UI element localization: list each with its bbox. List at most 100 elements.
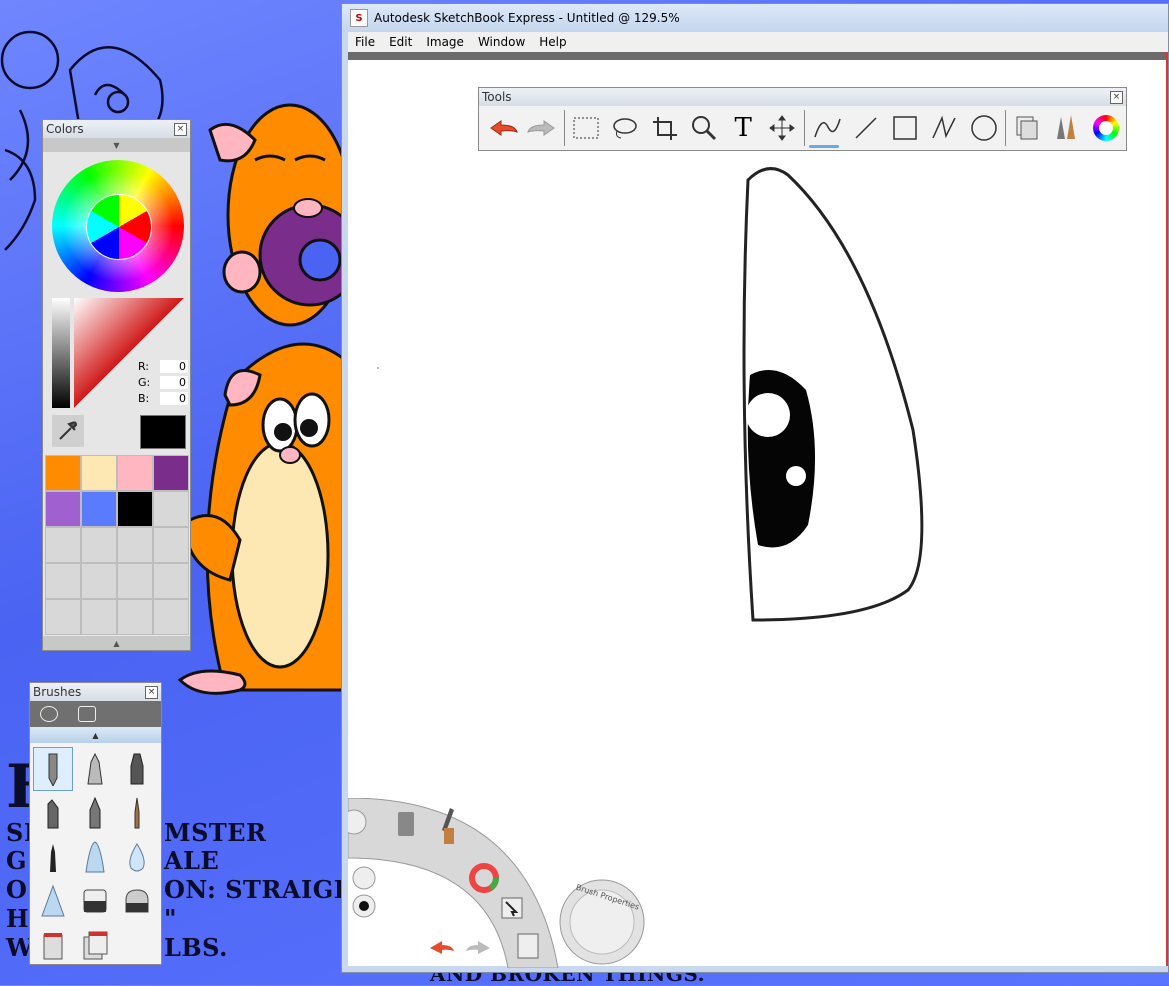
sketchbook-app-icon: S <box>350 9 368 27</box>
colors-palette-header[interactable]: Colors × <box>43 120 190 138</box>
brush-eraser-icon[interactable] <box>117 879 157 923</box>
lagoon-undo-icon[interactable] <box>430 941 454 954</box>
g-value[interactable]: 0 <box>160 376 188 389</box>
ellipse-icon[interactable] <box>964 108 1003 148</box>
brush-ballpoint-pen-icon[interactable] <box>75 791 115 835</box>
brush-felt-pen-icon[interactable] <box>33 835 73 879</box>
brushes-scroll-up-arrow[interactable]: ▲ <box>30 727 161 743</box>
brushes-icon[interactable] <box>1047 108 1086 148</box>
brushes-palette-header[interactable]: Brushes × <box>30 683 161 701</box>
move-icon[interactable] <box>763 108 802 148</box>
b-label: B: <box>138 392 150 405</box>
colors-expand-arrow[interactable]: ▲ <box>43 636 190 650</box>
color-wheel-icon[interactable] <box>1087 108 1126 148</box>
color-swatch[interactable] <box>45 563 81 599</box>
rgb-r-row: R: 0 <box>138 360 188 373</box>
rectangle-icon[interactable] <box>885 108 924 148</box>
color-swatches <box>45 455 189 635</box>
g-label: G: <box>138 376 151 389</box>
rect-select-icon[interactable] <box>566 108 605 148</box>
brush-size-icon[interactable] <box>40 706 58 722</box>
brush-chisel-marker-icon[interactable] <box>33 791 73 835</box>
lagoon-pencil-icon[interactable] <box>352 866 376 890</box>
brush-gradient-fill-icon[interactable] <box>75 923 115 967</box>
menu-bar: File Edit Image Window Help <box>348 32 1168 52</box>
r-label: R: <box>138 360 150 373</box>
color-swatch[interactable] <box>117 527 153 563</box>
color-swatch[interactable] <box>153 491 189 527</box>
colors-collapse-arrow[interactable]: ▼ <box>43 138 190 152</box>
current-color-swatch[interactable] <box>140 415 186 449</box>
line-icon[interactable] <box>846 108 885 148</box>
menu-edit[interactable]: Edit <box>382 35 419 49</box>
crop-icon[interactable] <box>645 108 684 148</box>
b-value[interactable]: 0 <box>160 392 188 405</box>
lasso-icon[interactable] <box>606 108 645 148</box>
color-swatch[interactable] <box>81 491 117 527</box>
freehand-stroke-icon[interactable] <box>807 108 846 148</box>
color-swatch[interactable] <box>117 563 153 599</box>
brush-ink-pen-icon[interactable] <box>75 747 115 791</box>
color-swatch[interactable] <box>153 527 189 563</box>
color-swatch[interactable] <box>45 599 81 635</box>
text-icon[interactable]: T <box>723 108 762 148</box>
color-swatch[interactable] <box>117 455 153 491</box>
menu-file[interactable]: File <box>348 35 382 49</box>
colors-palette-title: Colors <box>46 122 84 136</box>
brushes-close-icon[interactable]: × <box>145 685 158 699</box>
colors-close-icon[interactable]: × <box>174 122 187 136</box>
color-swatch[interactable] <box>117 599 153 635</box>
window-edge <box>1166 52 1168 966</box>
grayscale-strip[interactable] <box>52 298 70 408</box>
color-wheel-center[interactable] <box>86 194 152 260</box>
color-swatch[interactable] <box>81 563 117 599</box>
desktop-text-line4a: H <box>6 904 30 933</box>
color-swatch[interactable] <box>153 455 189 491</box>
layers-icon[interactable] <box>1008 108 1047 148</box>
lagoon-redo-icon[interactable] <box>466 941 490 954</box>
color-swatch[interactable] <box>81 527 117 563</box>
brush-grid <box>30 743 161 971</box>
zoom-icon[interactable] <box>684 108 723 148</box>
lagoon-tools-icon[interactable] <box>398 812 414 836</box>
color-swatch[interactable] <box>81 599 117 635</box>
eyedropper-icon[interactable] <box>52 415 84 447</box>
color-swatch[interactable] <box>81 455 117 491</box>
color-swatch[interactable] <box>45 455 81 491</box>
brush-water-drop-icon[interactable] <box>117 835 157 879</box>
tools-close-icon[interactable]: × <box>1110 90 1123 104</box>
tool-separator <box>563 110 565 146</box>
tools-palette-title: Tools <box>482 90 512 104</box>
window-title: Autodesk SketchBook Express - Untitled @… <box>374 11 680 25</box>
brush-settings-icon[interactable] <box>78 706 96 722</box>
desktop-text-line5b: LBS. <box>164 933 228 962</box>
window-titlebar[interactable]: S Autodesk SketchBook Express - Untitled… <box>342 4 1168 32</box>
brush-cone-icon[interactable] <box>33 879 73 923</box>
desktop-text-line2b: ALE <box>164 846 220 875</box>
menu-help[interactable]: Help <box>532 35 573 49</box>
brush-paintbrush-icon[interactable] <box>117 791 157 835</box>
color-swatch[interactable] <box>153 599 189 635</box>
menu-image[interactable]: Image <box>419 35 471 49</box>
brushes-palette: Brushes × ▲ <box>29 682 162 965</box>
r-value[interactable]: 0 <box>160 360 188 373</box>
lagoon-layers-icon[interactable] <box>517 933 539 959</box>
menu-window[interactable]: Window <box>471 35 532 49</box>
brush-marker-icon[interactable] <box>117 747 157 791</box>
color-swatch[interactable] <box>117 491 153 527</box>
desktop-text-line4b: " <box>164 904 178 933</box>
brush-airbrush-icon[interactable] <box>75 835 115 879</box>
lagoon-select-icon[interactable] <box>501 897 523 919</box>
lagoon-toolbar: Brush Properties <box>348 798 645 968</box>
color-swatch[interactable] <box>153 563 189 599</box>
brush-pencil-icon[interactable] <box>33 747 73 791</box>
redo-icon[interactable] <box>522 108 561 148</box>
color-swatch[interactable] <box>45 527 81 563</box>
brush-smudge-icon[interactable] <box>75 879 115 923</box>
text-tool-glyph: T <box>734 113 752 143</box>
polyline-icon[interactable] <box>925 108 964 148</box>
brush-paint-bucket-icon[interactable] <box>33 923 73 967</box>
color-swatch[interactable] <box>45 491 81 527</box>
tools-palette-header[interactable]: Tools × <box>479 88 1126 106</box>
undo-icon[interactable] <box>483 108 522 148</box>
